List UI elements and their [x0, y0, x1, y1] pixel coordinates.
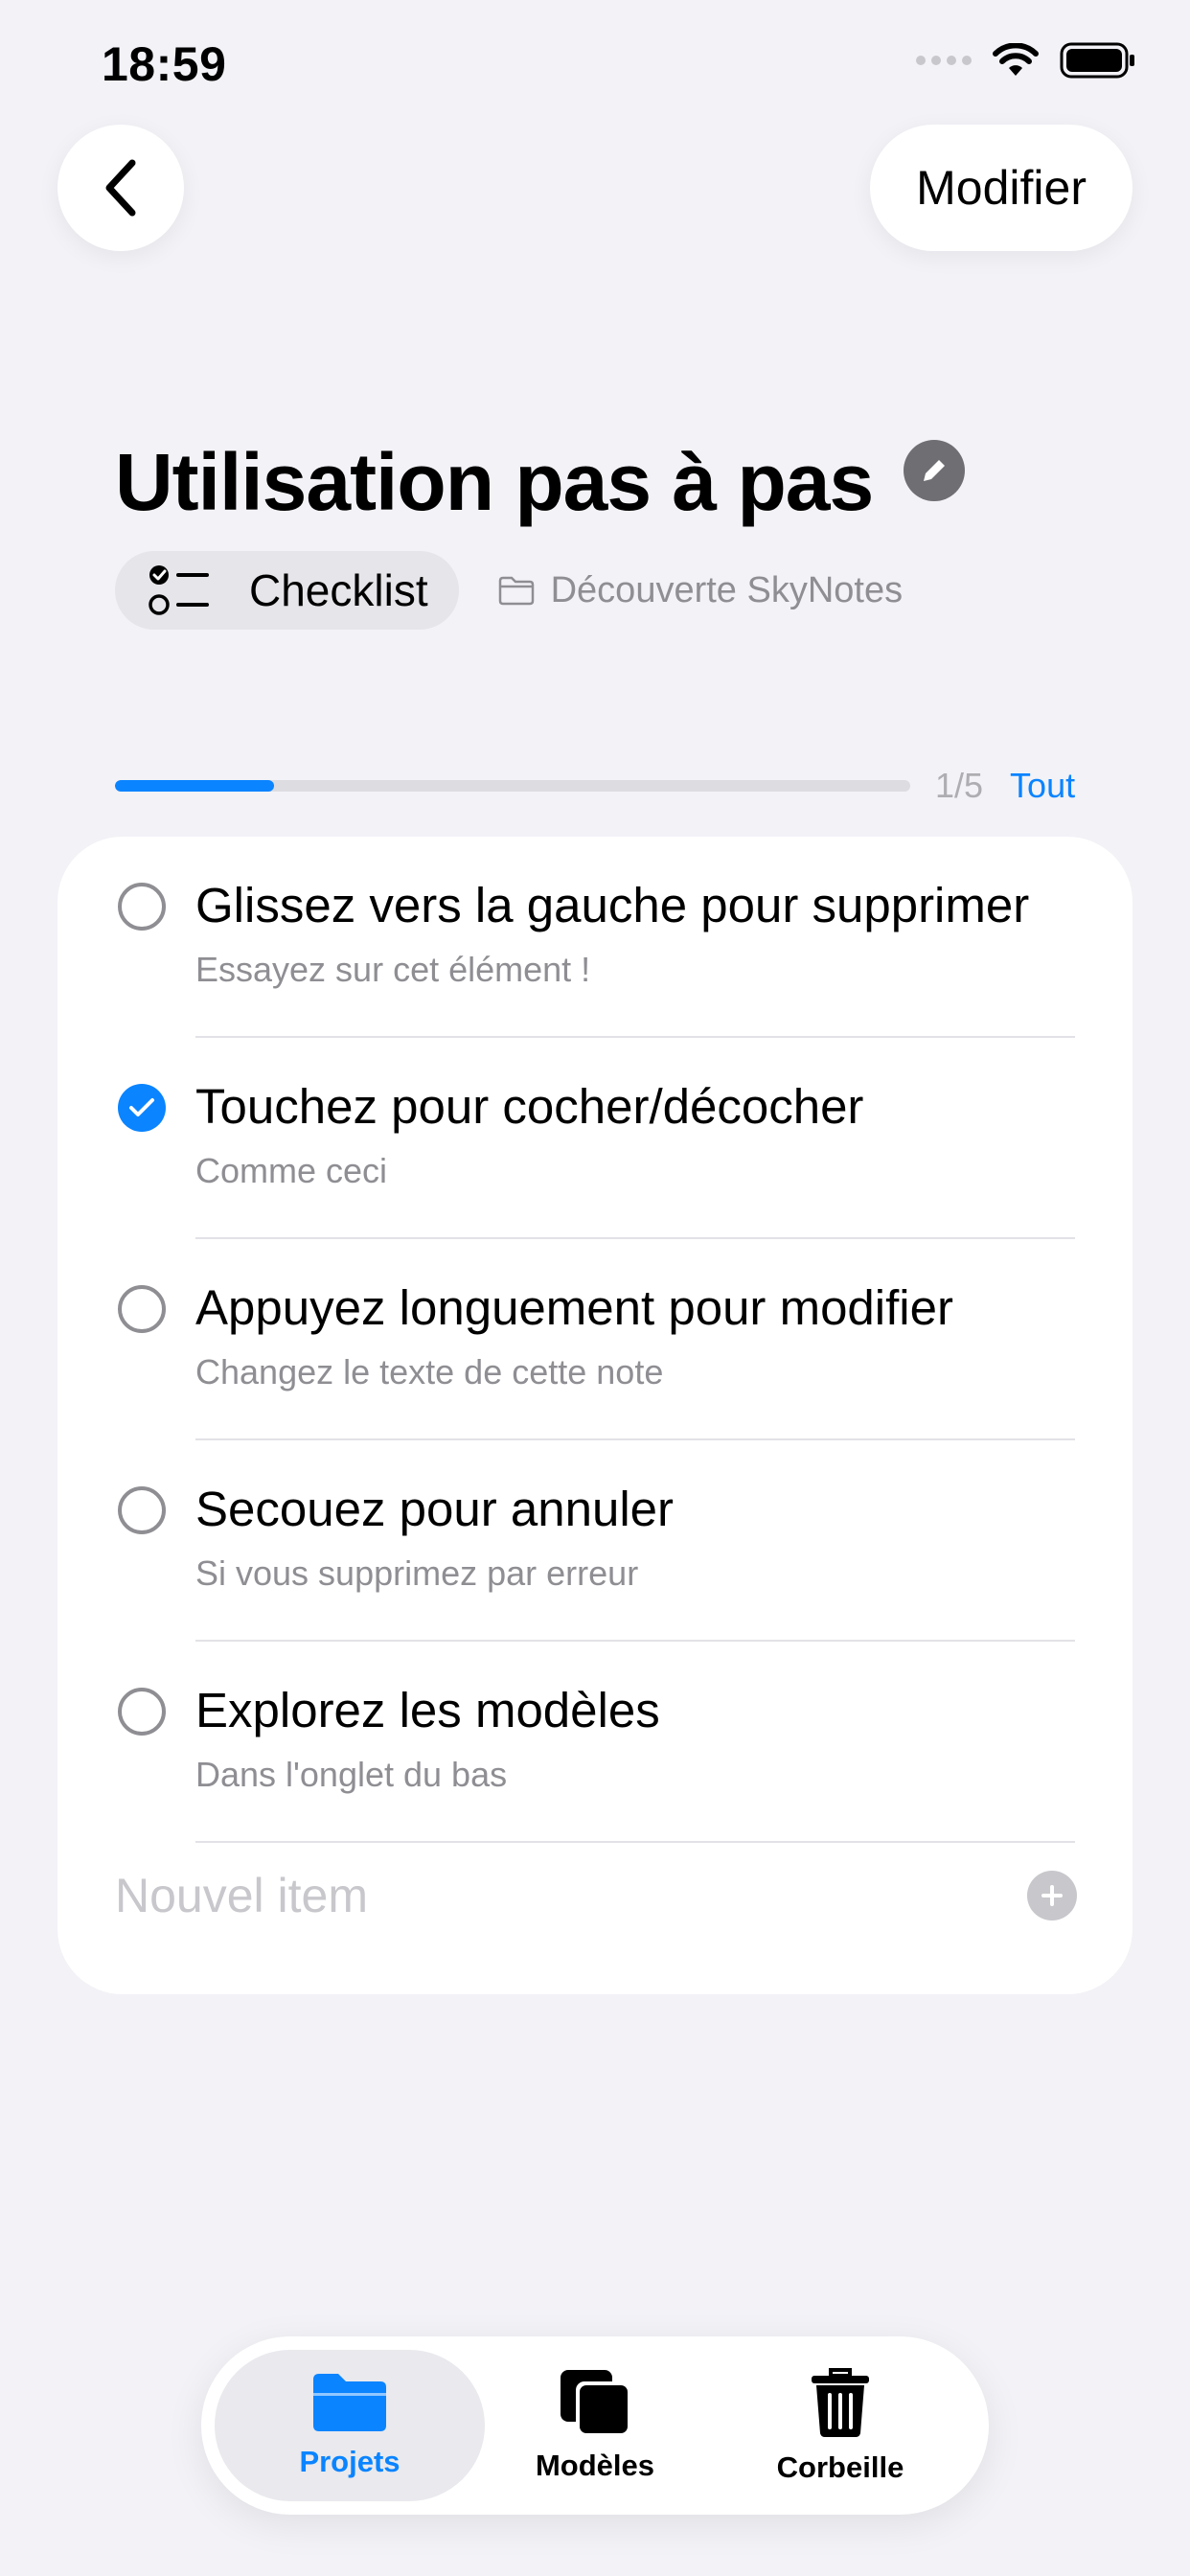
status-icons	[916, 42, 1136, 79]
edit-button[interactable]: Modifier	[870, 125, 1133, 251]
item-subtitle: Changez le texte de cette note	[195, 1352, 664, 1392]
item-subtitle: Comme ceci	[195, 1151, 388, 1190]
pencil-icon	[924, 459, 946, 481]
progress-bar	[115, 780, 910, 792]
new-item-row[interactable]: Nouvel item	[115, 1843, 1077, 1948]
item-title: Secouez pour annuler	[195, 1482, 675, 1536]
item-subtitle: Dans l'onglet du bas	[195, 1755, 508, 1794]
page-title[interactable]: Utilisation pas à pas	[115, 436, 874, 529]
item-title: Explorez les modèles	[195, 1683, 660, 1737]
checklist-card: Glissez vers la gauche pour supprimer Es…	[57, 837, 1133, 1994]
add-item-button[interactable]	[1027, 1871, 1077, 1920]
note-type-chip[interactable]: Checklist	[115, 551, 459, 630]
tab-label: Projets	[299, 2445, 400, 2478]
folder-outline-icon	[498, 576, 534, 606]
progress-row: 1/5 Tout	[115, 766, 1077, 806]
checklist-item[interactable]: Glissez vers la gauche pour supprimer Es…	[57, 837, 1133, 1038]
title-row: Utilisation pas à pas	[115, 436, 966, 529]
checkbox[interactable]	[118, 883, 166, 931]
checklist-item[interactable]: Secouez pour annuler Si vous supprimez p…	[57, 1440, 1133, 1642]
back-button[interactable]	[57, 125, 184, 251]
item-title: Glissez vers la gauche pour supprimer	[195, 878, 1030, 932]
item-title: Appuyez longuement pour modifier	[195, 1280, 953, 1335]
note-meta: Checklist Découverte SkyNotes	[115, 551, 903, 630]
tab-bar: Projets Modèles Corbeille	[201, 2336, 989, 2515]
tab-projets[interactable]: Projets	[215, 2350, 485, 2501]
tab-modeles[interactable]: Modèles	[460, 2350, 730, 2501]
tab-label: Corbeille	[776, 2450, 904, 2484]
edit-title-button[interactable]	[904, 439, 966, 501]
chevron-left-icon	[105, 159, 136, 217]
item-subtitle: Si vous supprimez par erreur	[195, 1553, 639, 1593]
checklist-item[interactable]: Touchez pour cocher/décocher Comme ceci	[57, 1038, 1133, 1239]
status-time: 18:59	[102, 37, 227, 91]
note-type-label: Checklist	[249, 565, 428, 615]
show-all-button[interactable]: Tout	[1010, 766, 1075, 806]
checkmark-icon	[129, 1098, 154, 1116]
checkbox[interactable]	[118, 1486, 166, 1534]
battery-icon	[1060, 42, 1134, 79]
stacked-squares-icon	[561, 2370, 629, 2435]
folder-icon	[313, 2374, 386, 2431]
checklist-item[interactable]: Explorez les modèles Dans l'onglet du ba…	[57, 1642, 1133, 1843]
folder-link[interactable]: Découverte SkyNotes	[497, 569, 904, 611]
progress-count: 1/5	[935, 766, 984, 805]
wifi-icon	[993, 43, 1039, 76]
checklist-item[interactable]: Appuyez longuement pour modifier Changez…	[57, 1239, 1133, 1440]
tab-corbeille[interactable]: Corbeille	[705, 2350, 975, 2501]
checkbox[interactable]	[118, 1285, 166, 1333]
checkbox-checked[interactable]	[118, 1084, 166, 1132]
plus-icon	[1041, 1885, 1063, 1906]
trash-icon	[812, 2368, 869, 2437]
item-title: Touchez pour cocher/décocher	[195, 1079, 864, 1134]
status-bar: 18:59	[0, 0, 1190, 125]
progress-fill	[115, 780, 274, 792]
cellular-signal-icon	[916, 56, 972, 65]
new-item-input[interactable]: Nouvel item	[115, 1868, 368, 1923]
tab-label: Modèles	[535, 2449, 655, 2482]
item-subtitle: Essayez sur cet élément !	[195, 950, 591, 989]
folder-name: Découverte SkyNotes	[550, 569, 904, 610]
checklist-icon	[149, 565, 209, 615]
checkbox[interactable]	[118, 1688, 166, 1736]
